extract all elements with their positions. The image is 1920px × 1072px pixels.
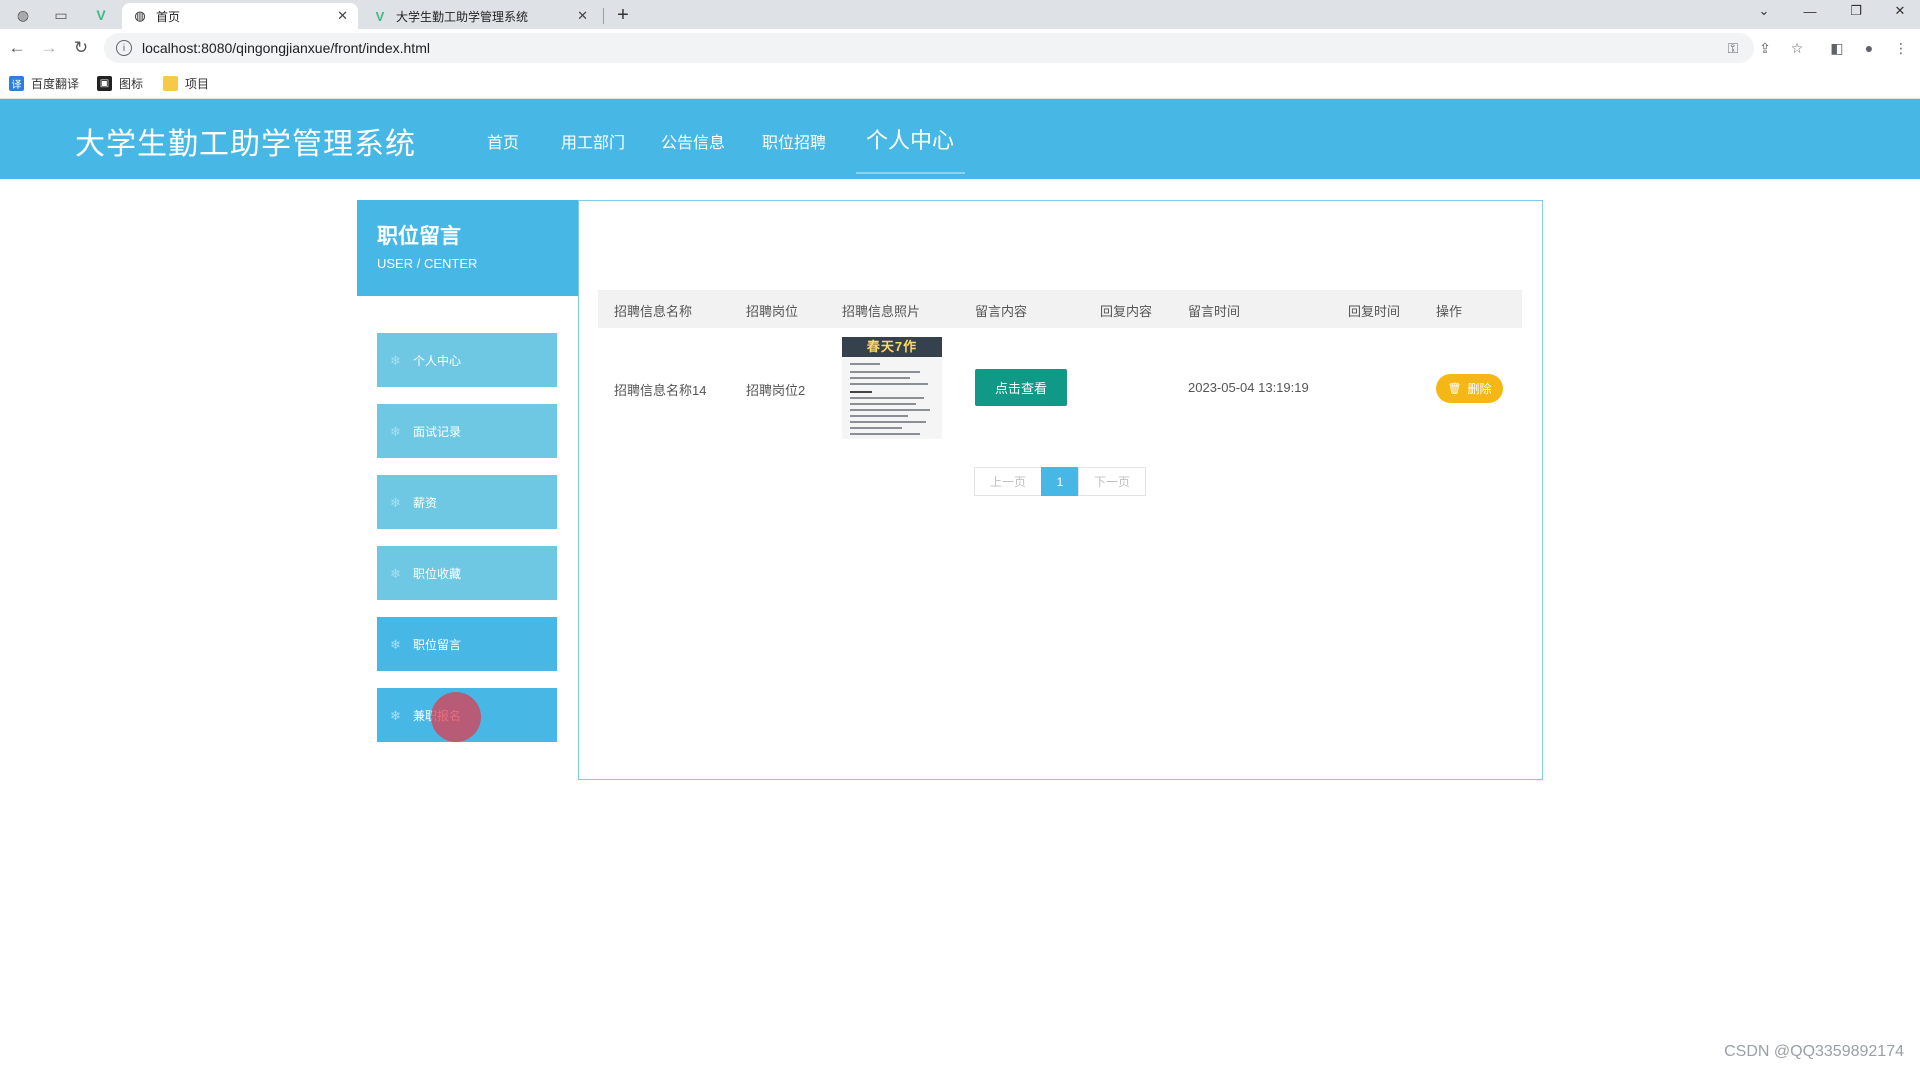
- info-icon[interactable]: i: [116, 40, 132, 56]
- snowflake-icon: ❄: [390, 566, 401, 581]
- pagination-current[interactable]: 1: [1041, 467, 1079, 496]
- site-header: 大学生勤工助学管理系统 首页 用工部门 公告信息 职位招聘 个人中心: [0, 99, 1920, 179]
- close-icon[interactable]: ✕: [577, 8, 588, 24]
- globe-icon: ◍: [134, 8, 146, 23]
- minimize-button[interactable]: —: [1790, 0, 1830, 22]
- sidebar-item-personal-center[interactable]: ❄ 个人中心: [377, 333, 557, 387]
- profile-icon[interactable]: ●: [1859, 38, 1879, 58]
- restore-button[interactable]: ❐: [1836, 0, 1876, 22]
- sidebar-subtitle: USER / CENTER: [377, 256, 478, 271]
- bookmark-item[interactable]: 项目: [163, 73, 209, 93]
- bookmarks-bar: 译 百度翻译 ▣ 图标 项目: [0, 67, 1920, 99]
- cell-job-name: 招聘信息名称14: [614, 383, 707, 398]
- sidebar-item-interview-records[interactable]: ❄ 面试记录: [377, 404, 557, 458]
- sidebar-item-salary[interactable]: ❄ 薪资: [377, 475, 557, 529]
- sidebar-item-label: 职位收藏: [413, 566, 462, 581]
- photo-caption: 春天7作: [842, 337, 942, 357]
- share-icon[interactable]: ⇪: [1755, 38, 1775, 58]
- snowflake-icon: ❄: [390, 495, 401, 510]
- table-header: 招聘信息名称 招聘岗位 招聘信息照片 留言内容 回复内容 留言时间 回复时间 操…: [598, 290, 1522, 328]
- delete-label: 删除: [1467, 382, 1492, 396]
- column-header: 留言内容: [975, 304, 1028, 319]
- view-message-button[interactable]: 点击查看: [975, 369, 1067, 406]
- sidebar-header: 职位留言 USER / CENTER: [357, 200, 578, 296]
- key-icon[interactable]: ⚿: [1723, 38, 1743, 58]
- sidebar-item-part-time-signup[interactable]: ❄ 兼职报名: [377, 688, 557, 742]
- tab-label: 首页: [156, 9, 181, 24]
- sidebar-item-label: 兼职报名: [413, 708, 462, 723]
- pinned-tab-icon[interactable]: ▭: [44, 3, 78, 27]
- nav-personal-center[interactable]: 个人中心: [866, 123, 954, 155]
- pagination-next[interactable]: 下一页: [1078, 467, 1146, 496]
- url-text: localhost:8080/qingongjianxue/front/inde…: [142, 40, 430, 56]
- sidebar-item-label: 面试记录: [413, 424, 462, 439]
- sidebar-item-label: 职位留言: [413, 637, 462, 652]
- column-header: 招聘信息名称: [614, 304, 693, 319]
- pagination-prev[interactable]: 上一页: [974, 467, 1042, 496]
- trash-icon: 🗑: [1447, 383, 1462, 395]
- column-header: 回复内容: [1100, 304, 1153, 319]
- side-panel-icon[interactable]: ◧: [1827, 38, 1847, 58]
- bookmark-label: 图标: [119, 76, 144, 91]
- bookmark-item[interactable]: ▣ 图标: [97, 73, 143, 93]
- nav-announcements[interactable]: 公告信息: [661, 129, 725, 153]
- address-bar: ← → ↻ i localhost:8080/qingongjianxue/fr…: [0, 29, 1920, 67]
- column-header: 回复时间: [1348, 304, 1401, 319]
- sidebar-item-job-favorites[interactable]: ❄ 职位收藏: [377, 546, 557, 600]
- site-title: 大学生勤工助学管理系统: [75, 128, 416, 161]
- column-header: 留言时间: [1188, 304, 1241, 319]
- back-arrow-icon[interactable]: ←: [6, 37, 28, 59]
- nav-departments[interactable]: 用工部门: [561, 129, 625, 153]
- snowflake-icon: ❄: [390, 708, 401, 723]
- bookmark-label: 百度翻译: [31, 76, 80, 91]
- translate-icon: 译: [9, 75, 24, 91]
- column-header: 招聘岗位: [746, 304, 799, 319]
- nav-jobs[interactable]: 职位招聘: [762, 129, 826, 153]
- sidebar-item-label: 薪资: [413, 495, 438, 510]
- bookmark-item[interactable]: 译 百度翻译: [9, 73, 79, 93]
- close-icon[interactable]: ✕: [337, 8, 348, 24]
- image-icon: ▣: [97, 75, 112, 91]
- reload-icon[interactable]: ↻: [70, 37, 92, 59]
- cell-message-time: 2023-05-04 13:19:19: [1188, 380, 1309, 395]
- vue-icon: V: [375, 8, 385, 24]
- vue-icon[interactable]: V: [84, 3, 118, 27]
- snowflake-icon: ❄: [390, 637, 401, 652]
- new-tab-button[interactable]: +: [610, 3, 636, 27]
- tab-separator: [603, 8, 604, 24]
- bookmark-label: 项目: [185, 76, 210, 91]
- menu-dots-icon[interactable]: ⋮: [1891, 38, 1911, 58]
- globe-icon[interactable]: ◍: [6, 3, 40, 27]
- column-header: 招聘信息照片: [842, 304, 921, 319]
- browser-tab-strip: ◍ ▭ V ◍ 首页 ✕ V 大学生勤工助学管理系统 ✕ + ⌄ — ❐ ✕: [0, 0, 1920, 29]
- nav-home[interactable]: 首页: [487, 129, 519, 153]
- nav-active-underline: [856, 172, 965, 174]
- sidebar-title: 职位留言: [377, 225, 461, 248]
- column-header: 操作: [1436, 304, 1463, 319]
- snowflake-icon: ❄: [390, 353, 401, 368]
- url-field[interactable]: i localhost:8080/qingongjianxue/front/in…: [104, 33, 1754, 63]
- delete-button[interactable]: 🗑 删除: [1436, 374, 1503, 403]
- tab-home[interactable]: ◍ 首页 ✕: [122, 3, 358, 29]
- sidebar-item-job-messages[interactable]: ❄ 职位留言: [377, 617, 557, 671]
- snowflake-icon: ❄: [390, 424, 401, 439]
- window-close-button[interactable]: ✕: [1880, 0, 1920, 22]
- cell-job-position: 招聘岗位2: [746, 383, 806, 398]
- folder-icon: [163, 75, 178, 91]
- job-photo-thumbnail[interactable]: 春天7作: [842, 337, 942, 439]
- star-icon[interactable]: ☆: [1787, 38, 1807, 58]
- tab-system[interactable]: V 大学生勤工助学管理系统 ✕: [362, 3, 598, 29]
- sidebar-item-label: 个人中心: [413, 353, 462, 368]
- tab-label: 大学生勤工助学管理系统: [396, 9, 529, 24]
- watermark: CSDN @QQ3359892174: [1724, 1043, 1904, 1060]
- chevron-down-icon[interactable]: ⌄: [1744, 0, 1784, 22]
- forward-arrow-icon[interactable]: →: [38, 37, 60, 59]
